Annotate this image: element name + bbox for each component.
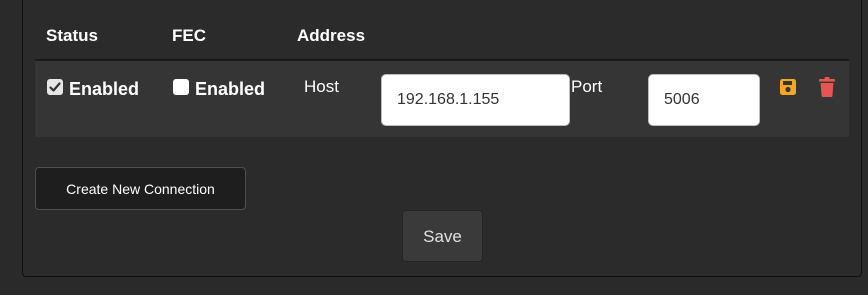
create-new-connection-button[interactable]: Create New Connection: [35, 167, 246, 210]
host-label: Host: [304, 77, 339, 96]
checkmark-icon: [49, 82, 61, 92]
save-button[interactable]: Save: [402, 210, 483, 262]
floppy-disk-icon[interactable]: [780, 78, 796, 101]
header-fec: FEC: [172, 26, 206, 45]
header-status: Status: [46, 26, 98, 45]
port-label: Port: [571, 77, 603, 96]
status-enabled-label: Enabled: [69, 79, 140, 99]
port-input[interactable]: [648, 74, 760, 126]
fec-enabled-label: Enabled: [195, 79, 266, 99]
trash-icon[interactable]: [819, 77, 835, 102]
host-input[interactable]: [381, 74, 570, 126]
status-enabled-checkbox[interactable]: [47, 79, 63, 95]
header-address: Address: [297, 26, 366, 45]
fec-enabled-checkbox[interactable]: [173, 79, 189, 95]
